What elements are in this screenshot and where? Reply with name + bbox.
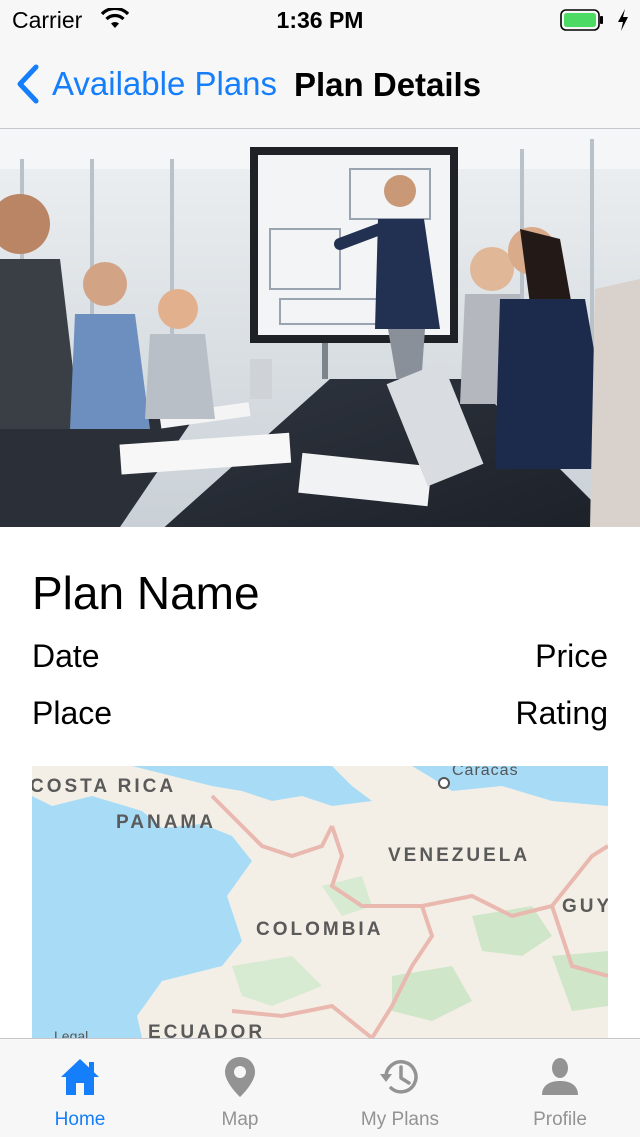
tab-profile[interactable]: Profile <box>480 1039 640 1137</box>
tab-bar: Home Map My Plans Profile <box>0 1038 640 1137</box>
map-label-venezuela: VENEZUELA <box>388 845 531 866</box>
tab-label-map: Map <box>221 1109 259 1130</box>
map-pin-icon <box>225 1057 255 1097</box>
tab-map[interactable]: Map <box>160 1039 320 1137</box>
tab-home[interactable]: Home <box>0 1039 160 1137</box>
plan-photo <box>0 129 640 527</box>
map-legal-link[interactable]: Legal <box>54 1028 88 1038</box>
battery-icon <box>560 9 603 31</box>
tab-label-my-plans: My Plans <box>360 1109 440 1130</box>
back-button-label: Available Plans <box>52 65 278 102</box>
page-title: Plan Details <box>294 66 482 103</box>
map-label-ecuador: ECUADOR <box>148 1022 266 1038</box>
history-icon <box>380 1060 418 1094</box>
price-label: Price <box>535 638 608 674</box>
rating-label: Rating <box>515 695 609 731</box>
back-button[interactable]: Available Plans <box>14 62 277 106</box>
map-label-costa-rica: COSTA RICA <box>32 776 177 797</box>
charging-bolt-icon <box>618 9 628 31</box>
person-icon <box>542 1058 578 1095</box>
map-label-colombia: COLOMBIA <box>256 919 384 940</box>
map-label-panama: PANAMA <box>116 812 216 833</box>
tab-my-plans[interactable]: My Plans <box>320 1039 480 1137</box>
status-bar: Carrier 1:36 PM <box>0 0 640 40</box>
location-map[interactable]: COSTA RICA PANAMA VENEZUELA COLOMBIA GUY… <box>32 766 608 1038</box>
date-label: Date <box>32 638 100 674</box>
tab-label-home: Home <box>54 1109 106 1130</box>
plan-name: Plan Name <box>32 567 260 619</box>
tab-label-profile: Profile <box>533 1109 587 1130</box>
place-label: Place <box>32 695 113 731</box>
chevron-left-icon <box>17 64 39 104</box>
map-city-caracas: Caracas <box>452 766 519 779</box>
navigation-bar: Available Plans Plan Details <box>0 40 640 129</box>
home-icon <box>61 1059 99 1095</box>
map-label-guyana: GUY <box>562 896 608 917</box>
status-time: 1:36 PM <box>276 7 364 33</box>
